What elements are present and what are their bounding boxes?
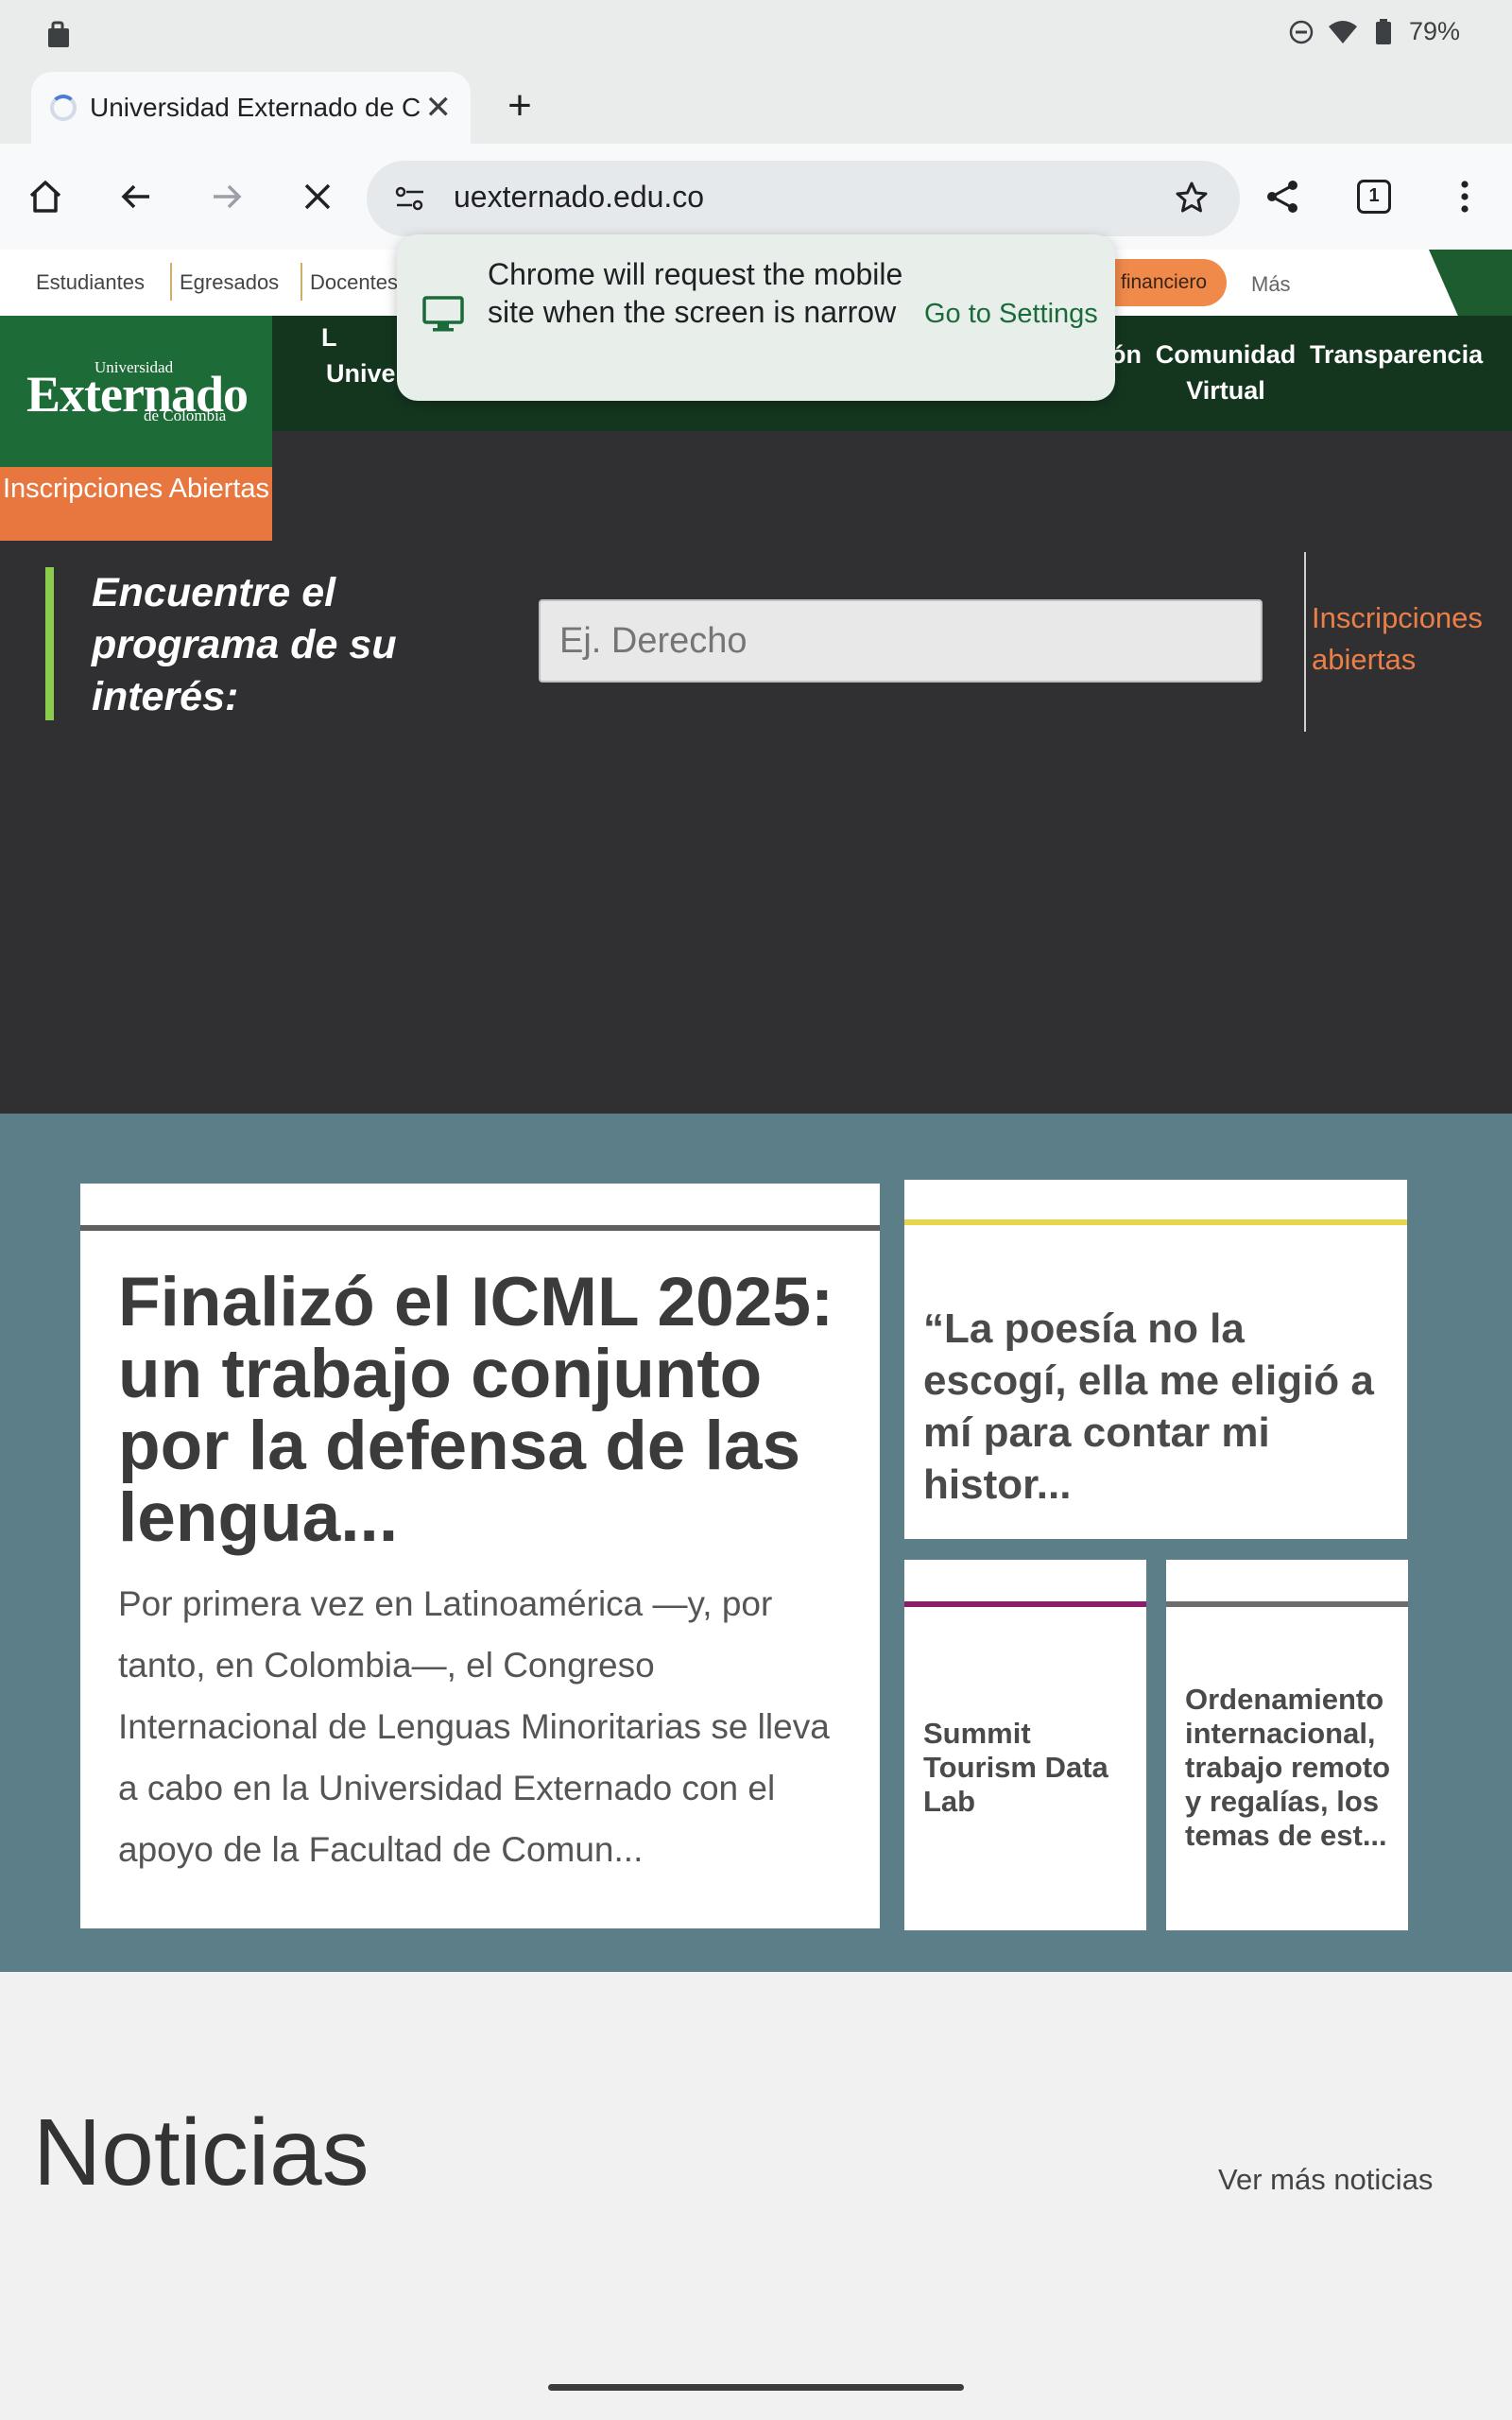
link-estudiantes[interactable]: Estudiantes xyxy=(36,270,145,295)
wifi-icon xyxy=(1328,20,1357,43)
news-card-poesia[interactable]: “La poesía no la escogí, ella me eligió … xyxy=(904,1180,1407,1539)
battery-icon xyxy=(1375,18,1391,44)
forward-button[interactable] xyxy=(195,164,259,229)
featured-news-excerpt: Por primera vez en Latinoamérica —y, por… xyxy=(118,1584,830,1869)
site-settings-icon xyxy=(395,186,423,211)
news-card-title[interactable]: Summit Tourism Data Lab xyxy=(923,1717,1141,1819)
more-vert-icon xyxy=(1461,181,1469,213)
dnd-icon xyxy=(1289,20,1314,43)
news-card-title[interactable]: “La poesía no la escogí, ella me eligió … xyxy=(923,1303,1396,1511)
browser-tab[interactable]: Universidad Externado de Colombia ✕ xyxy=(31,72,471,144)
go-to-settings-button[interactable]: Go to Settings xyxy=(924,299,1098,330)
battery-percent: 79% xyxy=(1408,17,1460,45)
tab-count: 1 xyxy=(1357,180,1391,214)
home-button[interactable] xyxy=(13,164,77,229)
nav-item-universidad[interactable]: Univer xyxy=(326,355,405,391)
search-heading: Encuentre el programa de su interés: xyxy=(45,567,423,720)
url-text: uexternado.edu.co xyxy=(454,180,705,214)
inscripciones-button[interactable]: Inscripciones Abiertas xyxy=(0,467,272,541)
arrow-back-icon xyxy=(121,184,149,209)
address-bar[interactable]: uexternado.edu.co xyxy=(367,161,1240,236)
back-button[interactable] xyxy=(104,164,168,229)
nav-item-partial[interactable]: L xyxy=(321,320,337,355)
news-card-title[interactable]: Ordenamiento internacional, trabajo remo… xyxy=(1185,1683,1402,1853)
divider xyxy=(1304,552,1306,732)
desktop-site-popup: Chrome will request the mobile site when… xyxy=(397,234,1115,401)
popup-message: Chrome will request the mobile site when… xyxy=(488,257,903,329)
home-icon xyxy=(29,181,61,213)
inscripciones-link[interactable]: Inscripciones abiertas xyxy=(1312,597,1510,681)
link-egresados[interactable]: Egresados xyxy=(180,270,279,295)
site-logo[interactable]: Universidad Externado de Colombia xyxy=(0,316,272,467)
gesture-nav-handle[interactable] xyxy=(548,2384,964,2391)
tab-switcher-button[interactable]: 1 xyxy=(1342,164,1406,229)
loading-spinner-icon xyxy=(50,95,77,121)
bookmark-star-icon[interactable] xyxy=(1174,180,1210,216)
card-accent-bar xyxy=(904,1601,1146,1607)
share-button[interactable] xyxy=(1251,164,1315,229)
card-accent-bar xyxy=(904,1219,1407,1225)
arrow-forward-icon xyxy=(214,184,242,209)
card-accent-bar xyxy=(1166,1601,1408,1607)
link-docentes[interactable]: Docentes xyxy=(310,270,398,295)
divider xyxy=(301,263,302,301)
news-card-ordenamiento[interactable]: Ordenamiento internacional, trabajo remo… xyxy=(1166,1560,1408,1930)
status-icons: 79% xyxy=(1288,17,1460,46)
featured-news-card[interactable]: Finalizó el ICML 2025: un trabajo conjun… xyxy=(80,1184,880,1928)
featured-news-title[interactable]: Finalizó el ICML 2025: un trabajo conjun… xyxy=(118,1267,865,1554)
logo-subtext: de Colombia xyxy=(144,406,227,424)
link-mas[interactable]: Más xyxy=(1251,272,1291,297)
share-icon xyxy=(1267,181,1297,213)
status-bar: 79% xyxy=(0,0,1512,66)
divider xyxy=(170,263,172,301)
program-search-input[interactable] xyxy=(539,599,1263,683)
tab-strip: Universidad Externado de Colombia ✕ + xyxy=(0,66,1512,144)
work-profile-icon xyxy=(48,21,69,47)
ver-mas-noticias-link[interactable]: Ver más noticias xyxy=(1218,2163,1433,2197)
decorative-corner xyxy=(1429,250,1512,316)
menu-button[interactable] xyxy=(1433,164,1497,229)
new-tab-button[interactable]: + xyxy=(491,79,548,136)
stop-loading-button[interactable] xyxy=(285,164,350,229)
close-icon xyxy=(304,183,331,210)
link-financiero[interactable]: financiero xyxy=(1106,259,1227,306)
nav-item-transparencia[interactable]: Transparencia xyxy=(1310,337,1483,372)
nav-item-comunidad-virtual[interactable]: Comunidad Virtual xyxy=(1155,337,1297,408)
tab-title: Universidad Externado de Colombia xyxy=(90,93,420,122)
card-accent-bar xyxy=(80,1225,880,1231)
news-card-summit[interactable]: Summit Tourism Data Lab xyxy=(904,1560,1146,1930)
desktop-monitor-icon xyxy=(422,296,464,332)
close-tab-icon[interactable]: ✕ xyxy=(425,89,453,127)
section-title: Noticias xyxy=(33,2100,369,2205)
